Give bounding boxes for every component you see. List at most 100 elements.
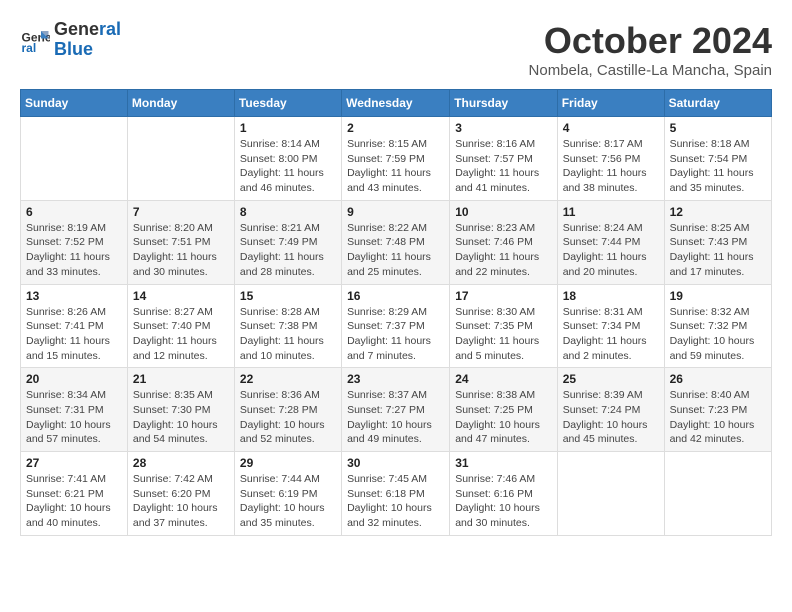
day-number: 24 — [455, 372, 551, 386]
day-number: 7 — [133, 205, 229, 219]
day-number: 6 — [26, 205, 122, 219]
day-detail: Sunrise: 7:44 AM Sunset: 6:19 PM Dayligh… — [240, 472, 336, 531]
calendar-cell: 16 Sunrise: 8:29 AM Sunset: 7:37 PM Dayli… — [342, 284, 450, 368]
day-detail: Sunrise: 8:25 AM Sunset: 7:43 PM Dayligh… — [670, 221, 766, 280]
calendar-cell: 15 Sunrise: 8:28 AM Sunset: 7:38 PM Dayli… — [234, 284, 341, 368]
calendar-cell: 3 Sunrise: 8:16 AM Sunset: 7:57 PM Daylig… — [450, 117, 557, 201]
day-detail: Sunrise: 8:40 AM Sunset: 7:23 PM Dayligh… — [670, 388, 766, 447]
day-detail: Sunrise: 8:37 AM Sunset: 7:27 PM Dayligh… — [347, 388, 444, 447]
calendar-cell: 17 Sunrise: 8:30 AM Sunset: 7:35 PM Dayli… — [450, 284, 557, 368]
calendar-cell: 7 Sunrise: 8:20 AM Sunset: 7:51 PM Daylig… — [127, 200, 234, 284]
day-of-week-header: Saturday — [664, 90, 771, 117]
calendar-cell — [21, 117, 128, 201]
calendar-cell: 1 Sunrise: 8:14 AM Sunset: 8:00 PM Daylig… — [234, 117, 341, 201]
calendar-cell — [664, 452, 771, 536]
day-detail: Sunrise: 8:28 AM Sunset: 7:38 PM Dayligh… — [240, 305, 336, 364]
calendar-cell — [127, 117, 234, 201]
day-number: 23 — [347, 372, 444, 386]
day-detail: Sunrise: 8:14 AM Sunset: 8:00 PM Dayligh… — [240, 137, 336, 196]
logo-text: General Blue — [54, 20, 121, 60]
day-number: 1 — [240, 121, 336, 135]
calendar-cell: 2 Sunrise: 8:15 AM Sunset: 7:59 PM Daylig… — [342, 117, 450, 201]
day-detail: Sunrise: 8:24 AM Sunset: 7:44 PM Dayligh… — [563, 221, 659, 280]
header-row: SundayMondayTuesdayWednesdayThursdayFrid… — [21, 90, 772, 117]
day-of-week-header: Wednesday — [342, 90, 450, 117]
calendar-cell: 28 Sunrise: 7:42 AM Sunset: 6:20 PM Dayli… — [127, 452, 234, 536]
calendar-cell: 10 Sunrise: 8:23 AM Sunset: 7:46 PM Dayli… — [450, 200, 557, 284]
day-of-week-header: Tuesday — [234, 90, 341, 117]
day-of-week-header: Friday — [557, 90, 664, 117]
day-number: 21 — [133, 372, 229, 386]
day-number: 4 — [563, 121, 659, 135]
day-detail: Sunrise: 8:22 AM Sunset: 7:48 PM Dayligh… — [347, 221, 444, 280]
day-number: 15 — [240, 289, 336, 303]
day-number: 17 — [455, 289, 551, 303]
day-detail: Sunrise: 7:42 AM Sunset: 6:20 PM Dayligh… — [133, 472, 229, 531]
day-number: 13 — [26, 289, 122, 303]
day-detail: Sunrise: 8:15 AM Sunset: 7:59 PM Dayligh… — [347, 137, 444, 196]
calendar-cell: 30 Sunrise: 7:45 AM Sunset: 6:18 PM Dayli… — [342, 452, 450, 536]
calendar-cell: 21Sunrise: 8:35 AM Sunset: 7:30 PM Dayli… — [127, 368, 234, 452]
day-number: 10 — [455, 205, 551, 219]
day-number: 30 — [347, 456, 444, 470]
day-number: 25 — [563, 372, 659, 386]
svg-text:ral: ral — [22, 41, 37, 55]
day-number: 8 — [240, 205, 336, 219]
calendar-cell: 14Sunrise: 8:27 AM Sunset: 7:40 PM Dayli… — [127, 284, 234, 368]
day-detail: Sunrise: 8:39 AM Sunset: 7:24 PM Dayligh… — [563, 388, 659, 447]
day-number: 5 — [670, 121, 766, 135]
day-number: 20 — [26, 372, 122, 386]
page-header: Gene ral General Blue October 2024 Nombe… — [20, 20, 772, 79]
calendar-cell: 8 Sunrise: 8:21 AM Sunset: 7:49 PM Daylig… — [234, 200, 341, 284]
calendar-cell: 29Sunrise: 7:44 AM Sunset: 6:19 PM Dayli… — [234, 452, 341, 536]
day-detail: Sunrise: 8:26 AM Sunset: 7:41 PM Dayligh… — [26, 305, 122, 364]
day-number: 28 — [133, 456, 229, 470]
day-detail: Sunrise: 8:38 AM Sunset: 7:25 PM Dayligh… — [455, 388, 551, 447]
calendar-cell: 31 Sunrise: 7:46 AM Sunset: 6:16 PM Dayli… — [450, 452, 557, 536]
calendar-cell: 13 Sunrise: 8:26 AM Sunset: 7:41 PM Dayli… — [21, 284, 128, 368]
calendar-week-row: 6 Sunrise: 8:19 AM Sunset: 7:52 PM Daylig… — [21, 200, 772, 284]
calendar-week-row: 20Sunrise: 8:34 AM Sunset: 7:31 PM Dayli… — [21, 368, 772, 452]
day-detail: Sunrise: 8:17 AM Sunset: 7:56 PM Dayligh… — [563, 137, 659, 196]
day-detail: Sunrise: 8:30 AM Sunset: 7:35 PM Dayligh… — [455, 305, 551, 364]
day-detail: Sunrise: 7:45 AM Sunset: 6:18 PM Dayligh… — [347, 472, 444, 531]
day-detail: Sunrise: 8:18 AM Sunset: 7:54 PM Dayligh… — [670, 137, 766, 196]
day-detail: Sunrise: 8:16 AM Sunset: 7:57 PM Dayligh… — [455, 137, 551, 196]
day-number: 31 — [455, 456, 551, 470]
calendar-cell: 6 Sunrise: 8:19 AM Sunset: 7:52 PM Daylig… — [21, 200, 128, 284]
calendar-cell: 27 Sunrise: 7:41 AM Sunset: 6:21 PM Dayli… — [21, 452, 128, 536]
day-detail: Sunrise: 7:41 AM Sunset: 6:21 PM Dayligh… — [26, 472, 122, 531]
day-detail: Sunrise: 8:36 AM Sunset: 7:28 PM Dayligh… — [240, 388, 336, 447]
calendar-cell: 18Sunrise: 8:31 AM Sunset: 7:34 PM Dayli… — [557, 284, 664, 368]
day-detail: Sunrise: 7:46 AM Sunset: 6:16 PM Dayligh… — [455, 472, 551, 531]
day-detail: Sunrise: 8:23 AM Sunset: 7:46 PM Dayligh… — [455, 221, 551, 280]
day-number: 16 — [347, 289, 444, 303]
day-detail: Sunrise: 8:21 AM Sunset: 7:49 PM Dayligh… — [240, 221, 336, 280]
day-number: 12 — [670, 205, 766, 219]
calendar-cell: 12 Sunrise: 8:25 AM Sunset: 7:43 PM Dayli… — [664, 200, 771, 284]
day-number: 18 — [563, 289, 659, 303]
calendar-cell: 25 Sunrise: 8:39 AM Sunset: 7:24 PM Dayli… — [557, 368, 664, 452]
calendar-subtitle: Nombela, Castille-La Mancha, Spain — [529, 62, 772, 79]
day-detail: Sunrise: 8:29 AM Sunset: 7:37 PM Dayligh… — [347, 305, 444, 364]
calendar-cell: 19 Sunrise: 8:32 AM Sunset: 7:32 PM Dayli… — [664, 284, 771, 368]
calendar-cell: 9 Sunrise: 8:22 AM Sunset: 7:48 PM Daylig… — [342, 200, 450, 284]
day-detail: Sunrise: 8:20 AM Sunset: 7:51 PM Dayligh… — [133, 221, 229, 280]
day-number: 9 — [347, 205, 444, 219]
day-number: 3 — [455, 121, 551, 135]
day-number: 26 — [670, 372, 766, 386]
day-number: 27 — [26, 456, 122, 470]
day-detail: Sunrise: 8:27 AM Sunset: 7:40 PM Dayligh… — [133, 305, 229, 364]
day-number: 19 — [670, 289, 766, 303]
day-of-week-header: Thursday — [450, 90, 557, 117]
day-detail: Sunrise: 8:19 AM Sunset: 7:52 PM Dayligh… — [26, 221, 122, 280]
calendar-table: SundayMondayTuesdayWednesdayThursdayFrid… — [20, 89, 772, 536]
calendar-week-row: 13 Sunrise: 8:26 AM Sunset: 7:41 PM Dayli… — [21, 284, 772, 368]
calendar-cell: 20Sunrise: 8:34 AM Sunset: 7:31 PM Dayli… — [21, 368, 128, 452]
logo: Gene ral General Blue — [20, 20, 121, 60]
calendar-cell: 22Sunrise: 8:36 AM Sunset: 7:28 PM Dayli… — [234, 368, 341, 452]
day-number: 2 — [347, 121, 444, 135]
calendar-week-row: 27 Sunrise: 7:41 AM Sunset: 6:21 PM Dayli… — [21, 452, 772, 536]
day-detail: Sunrise: 8:32 AM Sunset: 7:32 PM Dayligh… — [670, 305, 766, 364]
title-block: October 2024 Nombela, Castille-La Mancha… — [529, 20, 772, 79]
